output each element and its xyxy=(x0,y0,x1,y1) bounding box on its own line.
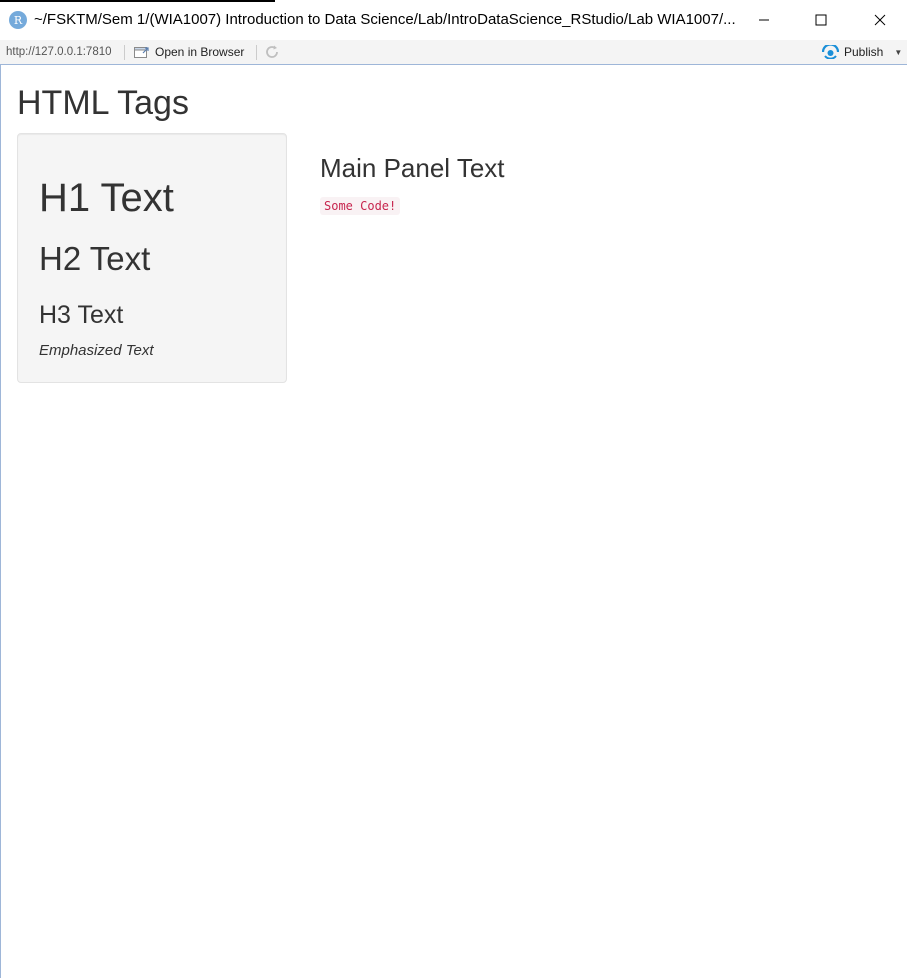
sidebar-emphasized-text: Emphasized Text xyxy=(39,342,154,359)
viewer-left-border xyxy=(0,65,1,978)
publish-label: Publish xyxy=(844,45,884,59)
toolbar-divider xyxy=(124,45,125,60)
minimize-button[interactable] xyxy=(741,0,787,40)
open-in-browser-label: Open in Browser xyxy=(155,45,245,59)
refresh-icon xyxy=(266,45,278,58)
window-titlebar: R ~/FSKTM/Sem 1/(WIA1007) Introduction t… xyxy=(0,0,907,40)
refresh-button[interactable] xyxy=(264,44,280,63)
sidebar-h2-text: H2 Text xyxy=(39,240,151,277)
sidebar-h3-text: H3 Text xyxy=(39,301,124,329)
maximize-icon xyxy=(815,14,827,26)
toolbar-divider xyxy=(256,45,257,60)
chevron-down-icon[interactable]: ▼ xyxy=(894,48,902,57)
viewer-toolbar: http://127.0.0.1:7810 Open in Browser Pu… xyxy=(0,40,907,65)
publish-icon xyxy=(822,45,839,59)
minimize-icon xyxy=(759,19,769,21)
titlebar-accent-line xyxy=(0,0,275,2)
browser-window-icon xyxy=(134,46,149,58)
maximize-button[interactable] xyxy=(798,0,844,40)
sidebar-panel: H1 Text H2 Text H3 Text Emphasized Text xyxy=(17,133,287,383)
main-panel-code: Some Code! xyxy=(320,197,401,215)
close-button[interactable] xyxy=(857,0,903,40)
open-in-browser-button[interactable]: Open in Browser xyxy=(134,45,244,59)
close-icon xyxy=(874,14,886,26)
window-title: ~/FSKTM/Sem 1/(WIA1007) Introduction to … xyxy=(34,11,736,28)
page-title: HTML Tags xyxy=(17,84,189,122)
sidebar-h1-text: H1 Text xyxy=(39,176,174,220)
main-panel-heading: Main Panel Text xyxy=(320,153,505,183)
rstudio-app-icon: R xyxy=(9,11,27,29)
app-url: http://127.0.0.1:7810 xyxy=(6,46,112,58)
publish-button[interactable]: Publish ▼ xyxy=(822,45,902,59)
